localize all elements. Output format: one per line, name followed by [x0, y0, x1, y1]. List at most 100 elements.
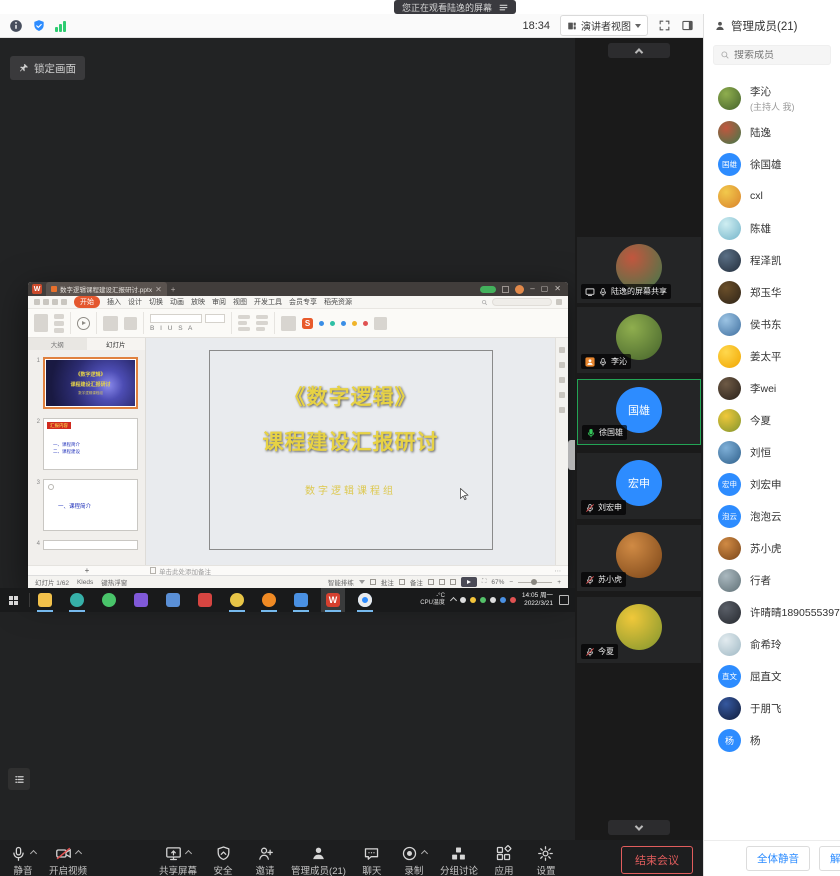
wps-logo-icon[interactable]: W [32, 284, 42, 294]
member-row[interactable]: 于朋飞 [704, 692, 840, 724]
paste-button[interactable] [34, 314, 48, 332]
share-tool-icon[interactable] [330, 321, 335, 326]
wps-menu-0[interactable]: 开始 [74, 296, 100, 308]
pause-tool-icon[interactable] [363, 321, 368, 326]
slide-thumbnail-1[interactable]: 《数字逻辑》课程建设汇报研讨数字逻辑课程组 [43, 357, 138, 409]
layout-button[interactable] [124, 317, 137, 330]
member-row[interactable]: 侯书东 [704, 308, 840, 340]
more-tools-button[interactable] [374, 317, 387, 330]
panel-toggle-icon[interactable] [681, 19, 694, 32]
wps-layout-icon[interactable] [502, 286, 509, 293]
wps-menu-3[interactable]: 切换 [149, 297, 163, 307]
member-row[interactable]: 今夏 [704, 404, 840, 436]
member-row[interactable]: 国雄徐国雄 [704, 148, 840, 180]
member-row[interactable]: 宏申刘宏申 [704, 468, 840, 500]
member-search-input[interactable] [734, 50, 820, 61]
wps-menu-4[interactable]: 动画 [170, 297, 184, 307]
wps-menu-2[interactable]: 设计 [128, 297, 142, 307]
chevron-up-icon[interactable] [75, 849, 82, 856]
wps-ai-icon[interactable]: S [302, 318, 313, 329]
taskbar-app-firefox[interactable] [257, 588, 281, 612]
member-row[interactable]: 许晴晴18905553978 [704, 596, 840, 628]
member-row[interactable]: 陆逸 [704, 116, 840, 148]
member-row[interactable]: 俞希玲 [704, 628, 840, 660]
comment-tool-icon[interactable] [319, 321, 324, 326]
tray-clock[interactable]: 14:05 周一2022/3/21 [522, 592, 553, 608]
smart-rehearse-label[interactable]: 智能排练 [328, 577, 354, 587]
end-meeting-button[interactable]: 结束会议 [621, 846, 693, 874]
chevron-up-icon[interactable] [421, 849, 428, 856]
notes-placeholder[interactable]: 单击此处添加备注 [159, 566, 211, 576]
taskbar-app-mail-app[interactable] [161, 588, 185, 612]
wps-document-tab[interactable]: 数字逻辑课程建设汇报研讨.pptx ✕ [46, 282, 167, 296]
taskbar-app-vscode[interactable] [129, 588, 153, 612]
member-row[interactable]: 刘恒 [704, 436, 840, 468]
panel-tab-1[interactable]: 幻灯片 [87, 338, 146, 350]
video-tile-2[interactable]: 国雄徐国雄 [577, 379, 701, 445]
wps-menu-10[interactable]: 稻壳资源 [324, 297, 352, 307]
annotation-menu-button[interactable] [8, 768, 30, 790]
slide-thumbnail-2[interactable]: 汇报内容一、课程简介二、课程建设 [43, 418, 138, 470]
zoom-out-icon[interactable]: − [509, 579, 513, 586]
member-row[interactable]: 李wei [704, 372, 840, 404]
chevron-up-icon[interactable] [30, 849, 37, 856]
member-row[interactable]: cxl [704, 180, 840, 212]
toolbar-camera-off-button[interactable]: 开启视频 [44, 840, 92, 876]
member-search-box[interactable] [713, 45, 831, 65]
toolbar-chat-button[interactable]: 聊天 [351, 840, 393, 876]
wps-menu-6[interactable]: 审阅 [212, 297, 226, 307]
video-tile-1[interactable]: 李沁 [577, 307, 701, 373]
normal-view-icon[interactable] [428, 579, 434, 585]
pin-view-button[interactable]: 锁定画面 [10, 56, 85, 80]
wps-menu-9[interactable]: 会员专享 [289, 297, 317, 307]
font-style-buttons[interactable]: B I U S A [150, 325, 225, 332]
ribbon-search-bar[interactable] [492, 298, 552, 306]
new-slide-button[interactable] [103, 316, 118, 331]
member-row[interactable]: 苏小虎 [704, 532, 840, 564]
taskbar-app-wps[interactable]: W [321, 588, 345, 612]
info-icon[interactable] [9, 19, 23, 33]
member-row[interactable]: 姜太平 [704, 340, 840, 372]
play-from-current-button[interactable] [77, 317, 90, 330]
tab-close-icon[interactable]: ✕ [155, 285, 162, 294]
hotkey-tool-label[interactable]: 键热浮窗 [101, 577, 127, 587]
slide-thumbnail-4[interactable] [43, 540, 138, 550]
taskbar-app-red-app[interactable] [193, 588, 217, 612]
tile-strip-collapse-handle[interactable] [568, 440, 575, 470]
security-shield-icon[interactable] [32, 19, 46, 33]
toolbar-breakout-button[interactable]: 分组讨论 [435, 840, 483, 876]
font-size-select[interactable] [205, 314, 225, 323]
taskbar-app-file-explorer[interactable] [33, 588, 57, 612]
toolbar-screen-share-button[interactable]: 共享屏幕 [154, 840, 202, 876]
video-tile-5[interactable]: 今夏 [577, 597, 701, 663]
wps-vip-icon[interactable] [480, 286, 496, 293]
taskbar-app-meeting[interactable] [353, 588, 377, 612]
action-center-icon[interactable] [559, 595, 569, 605]
taskbar-app-photos[interactable] [289, 588, 313, 612]
view-mode-dropdown[interactable]: 演讲者视图 [560, 15, 648, 36]
taskbar-app-green-app[interactable] [97, 588, 121, 612]
window-maximize-icon[interactable]: ▢ [541, 285, 549, 293]
menu-lines-icon[interactable] [499, 3, 508, 12]
tiles-scroll-up-button[interactable] [608, 43, 670, 58]
member-row[interactable]: 直文屈直文 [704, 660, 840, 692]
new-tab-icon[interactable]: + [171, 285, 176, 294]
toolbar-members-button[interactable]: 管理成员(21) [286, 840, 351, 876]
sorter-view-icon[interactable] [439, 579, 445, 585]
toolbar-record-button[interactable]: 录制 [393, 840, 435, 876]
member-row[interactable]: 郑玉华 [704, 276, 840, 308]
slide-thumbnail-3[interactable]: 一、课程简介 [43, 479, 138, 531]
chevron-up-icon[interactable] [185, 849, 192, 856]
download-tool-icon[interactable] [341, 321, 346, 326]
wps-menu-8[interactable]: 开发工具 [254, 297, 282, 307]
member-row[interactable]: 李沁(主持人 我) [704, 80, 840, 116]
network-signal-icon[interactable] [55, 20, 66, 32]
member-row[interactable]: 行者 [704, 564, 840, 596]
notes-toggle-icon[interactable] [399, 579, 405, 585]
tray-icons[interactable] [451, 597, 516, 603]
unmute-all-button[interactable]: 解除全体静音 [819, 846, 840, 871]
notes-more-icon[interactable]: ⋯ [555, 567, 569, 575]
zoom-in-icon[interactable]: + [557, 579, 561, 586]
video-tile-0[interactable]: 陆逸的屏幕共享 [577, 237, 701, 303]
reading-view-icon[interactable] [450, 579, 456, 585]
